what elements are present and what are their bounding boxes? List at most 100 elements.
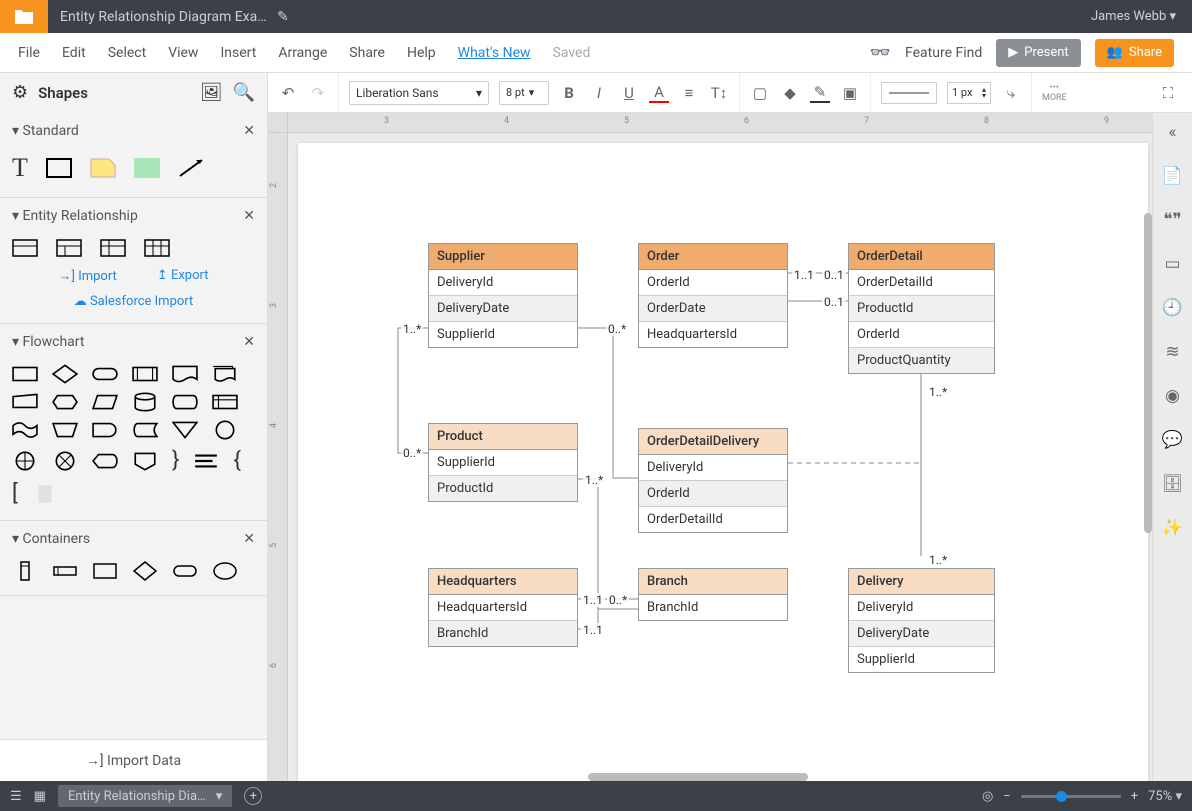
binoculars-icon[interactable]: 👓 bbox=[870, 43, 891, 63]
fc-tape-icon[interactable] bbox=[12, 420, 38, 440]
entity-field[interactable]: HeadquartersId bbox=[429, 595, 577, 621]
font-size-select[interactable]: 8 pt▾ bbox=[499, 81, 549, 105]
zoom-slider[interactable] bbox=[1021, 795, 1121, 798]
search-icon[interactable]: 🔍 bbox=[233, 82, 255, 103]
cont-vert-icon[interactable] bbox=[12, 561, 38, 581]
folder-icon[interactable] bbox=[0, 0, 48, 33]
add-page-icon[interactable]: + bbox=[244, 787, 262, 805]
fc-manual-icon[interactable] bbox=[12, 392, 38, 412]
zoom-in-icon[interactable]: + bbox=[1131, 789, 1138, 804]
fill-icon[interactable]: ◆ bbox=[780, 83, 800, 103]
cont-horz-icon[interactable] bbox=[52, 561, 78, 581]
layers-icon[interactable]: ≋ bbox=[1162, 341, 1184, 363]
entity-field[interactable]: SupplierId bbox=[429, 450, 577, 476]
grid-view-icon[interactable]: ▦ bbox=[34, 789, 46, 804]
fc-connector-icon[interactable] bbox=[212, 420, 238, 440]
close-icon[interactable]: ✕ bbox=[243, 531, 255, 547]
fc-sum-icon[interactable] bbox=[52, 451, 78, 471]
entity-field[interactable]: BranchId bbox=[639, 595, 787, 620]
text-shape-icon[interactable]: T bbox=[12, 153, 28, 183]
fc-multidoc-icon[interactable] bbox=[212, 364, 238, 384]
er-import-link[interactable]: →] Import bbox=[59, 268, 117, 284]
entity-field[interactable]: DeliveryId bbox=[849, 595, 994, 621]
fc-doc-icon[interactable] bbox=[172, 364, 198, 384]
chat-icon[interactable]: 💬 bbox=[1162, 429, 1184, 451]
note-shape-icon[interactable] bbox=[90, 158, 116, 178]
fc-data-icon[interactable] bbox=[92, 392, 118, 412]
page-icon[interactable]: 📄 bbox=[1162, 165, 1184, 187]
cont-circle-icon[interactable] bbox=[212, 561, 238, 581]
menu-arrange[interactable]: Arrange bbox=[278, 45, 327, 61]
entity-field[interactable]: SupplierId bbox=[849, 647, 994, 672]
fc-swim-icon[interactable] bbox=[32, 484, 58, 504]
menu-share[interactable]: Share bbox=[349, 45, 385, 61]
share-button[interactable]: 👥 Share bbox=[1095, 39, 1174, 67]
target-icon[interactable]: ◎ bbox=[982, 789, 993, 804]
comment-icon[interactable]: ❝❞ bbox=[1162, 209, 1184, 231]
fc-note-icon[interactable] bbox=[193, 451, 219, 471]
gear-icon[interactable]: ⚙ bbox=[12, 82, 28, 103]
cont-pill-icon[interactable] bbox=[172, 561, 198, 581]
underline-icon[interactable]: U bbox=[619, 83, 639, 103]
entity-header[interactable]: Supplier bbox=[429, 244, 577, 270]
connector-icon[interactable]: ⤷ bbox=[1001, 83, 1021, 103]
text-color-icon[interactable]: A bbox=[649, 83, 669, 103]
arrow-shape-icon[interactable] bbox=[178, 158, 204, 178]
close-icon[interactable]: ✕ bbox=[243, 208, 255, 224]
collapse-icon[interactable]: « bbox=[1162, 121, 1184, 143]
image-icon[interactable]: 🖼 bbox=[200, 82, 223, 103]
scrollbar-vertical[interactable] bbox=[1144, 213, 1152, 533]
fc-process-icon[interactable] bbox=[12, 364, 38, 384]
entity-header[interactable]: Product bbox=[429, 424, 577, 450]
flowchart-panel-header[interactable]: ▾ Flowchart✕ bbox=[12, 334, 255, 350]
fc-manualop-icon[interactable] bbox=[52, 420, 78, 440]
magic-icon[interactable]: ✨ bbox=[1162, 517, 1184, 539]
er-entity1-icon[interactable] bbox=[12, 238, 38, 258]
entity-field[interactable]: BranchId bbox=[429, 621, 577, 646]
menu-select[interactable]: Select bbox=[108, 45, 146, 61]
feature-find[interactable]: Feature Find bbox=[905, 45, 982, 61]
shape-icon[interactable]: ▢ bbox=[750, 83, 770, 103]
drop-icon[interactable]: ◉ bbox=[1162, 385, 1184, 407]
font-family-select[interactable]: Liberation Sans▾ bbox=[349, 81, 489, 105]
zoom-level[interactable]: 75% ▾ bbox=[1148, 789, 1182, 804]
entity-header[interactable]: Headquarters bbox=[429, 569, 577, 595]
menu-help[interactable]: Help bbox=[407, 45, 436, 61]
stroke-style-select[interactable] bbox=[881, 82, 937, 104]
entity-header[interactable]: Delivery bbox=[849, 569, 994, 595]
edit-title-icon[interactable]: ✎ bbox=[277, 9, 289, 25]
salesforce-import-link[interactable]: ☁ Salesforce Import bbox=[12, 290, 255, 313]
entity-product[interactable]: ProductSupplierIdProductId bbox=[428, 423, 578, 502]
entity-supplier[interactable]: SupplierDeliveryIdDeliveryDateSupplierId bbox=[428, 243, 578, 348]
list-view-icon[interactable]: ☰ bbox=[10, 789, 22, 804]
entity-field[interactable]: OrderId bbox=[639, 270, 787, 296]
fc-prep-icon[interactable] bbox=[52, 392, 78, 412]
bold-icon[interactable]: B bbox=[559, 83, 579, 103]
fc-terminator-icon[interactable] bbox=[92, 364, 118, 384]
fullscreen-icon[interactable]: ⛶ bbox=[1158, 83, 1178, 103]
entity-header[interactable]: Order bbox=[639, 244, 787, 270]
present-icon[interactable]: ▭ bbox=[1162, 253, 1184, 275]
entity-field[interactable]: DeliveryDate bbox=[429, 296, 577, 322]
redo-icon[interactable]: ↷ bbox=[308, 83, 328, 103]
fc-db-icon[interactable] bbox=[132, 392, 158, 412]
close-icon[interactable]: ✕ bbox=[243, 123, 255, 139]
fc-display-icon[interactable] bbox=[92, 451, 118, 471]
zoom-out-icon[interactable]: − bbox=[1003, 789, 1010, 804]
entity-field[interactable]: OrderId bbox=[849, 322, 994, 348]
entity-headquarters[interactable]: HeadquartersHeadquartersIdBranchId bbox=[428, 568, 578, 647]
import-data-button[interactable]: →] Import Data bbox=[0, 739, 267, 781]
align-icon[interactable]: ≡ bbox=[679, 83, 699, 103]
entity-field[interactable]: OrderDetailId bbox=[639, 507, 787, 532]
fc-stored-icon[interactable] bbox=[132, 420, 158, 440]
menu-edit[interactable]: Edit bbox=[62, 45, 86, 61]
document-title[interactable]: Entity Relationship Diagram Exa… ✎ bbox=[48, 9, 1075, 25]
fc-internal-icon[interactable] bbox=[212, 392, 238, 412]
entity-orderdetaildelivery[interactable]: OrderDetailDeliveryDeliveryIdOrderIdOrde… bbox=[638, 428, 788, 533]
fc-decision-icon[interactable] bbox=[52, 364, 78, 384]
fc-offpage-icon[interactable] bbox=[132, 451, 158, 471]
entity-branch[interactable]: BranchBranchId bbox=[638, 568, 788, 621]
fc-brace-right-icon[interactable]: } bbox=[172, 448, 179, 473]
er-entity3-icon[interactable] bbox=[100, 238, 126, 258]
er-entity4-icon[interactable] bbox=[144, 238, 170, 258]
